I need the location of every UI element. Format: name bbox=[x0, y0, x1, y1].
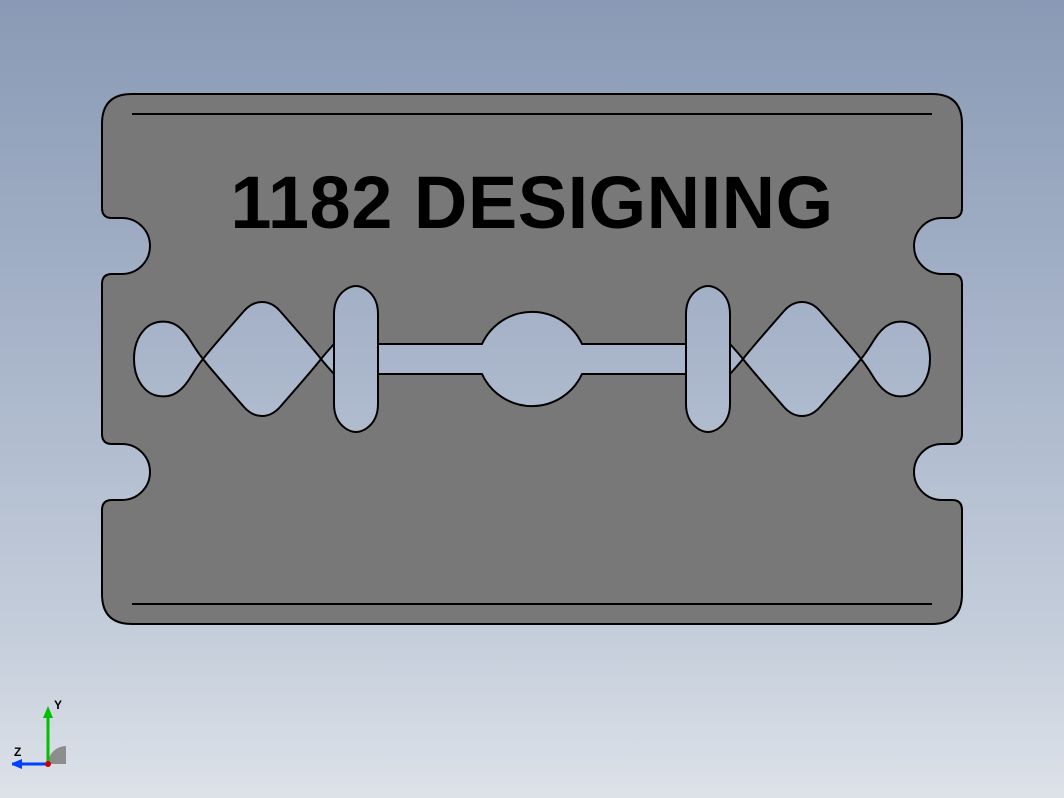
triad-x-axis bbox=[45, 761, 51, 767]
triad-y-arrow bbox=[43, 706, 53, 718]
engraved-text: 1182 DESIGNING bbox=[230, 161, 833, 244]
razor-blade-part[interactable]: 1182 DESIGNING bbox=[62, 58, 1002, 678]
cad-viewport[interactable]: 1182 DESIGNING Y Z bbox=[0, 0, 1064, 798]
triad-y-label: Y bbox=[54, 698, 62, 712]
triad-z-arrow bbox=[12, 759, 22, 769]
orientation-triad[interactable]: Y Z bbox=[12, 694, 102, 784]
triad-z-label: Z bbox=[14, 745, 21, 759]
triad-origin bbox=[48, 746, 66, 764]
